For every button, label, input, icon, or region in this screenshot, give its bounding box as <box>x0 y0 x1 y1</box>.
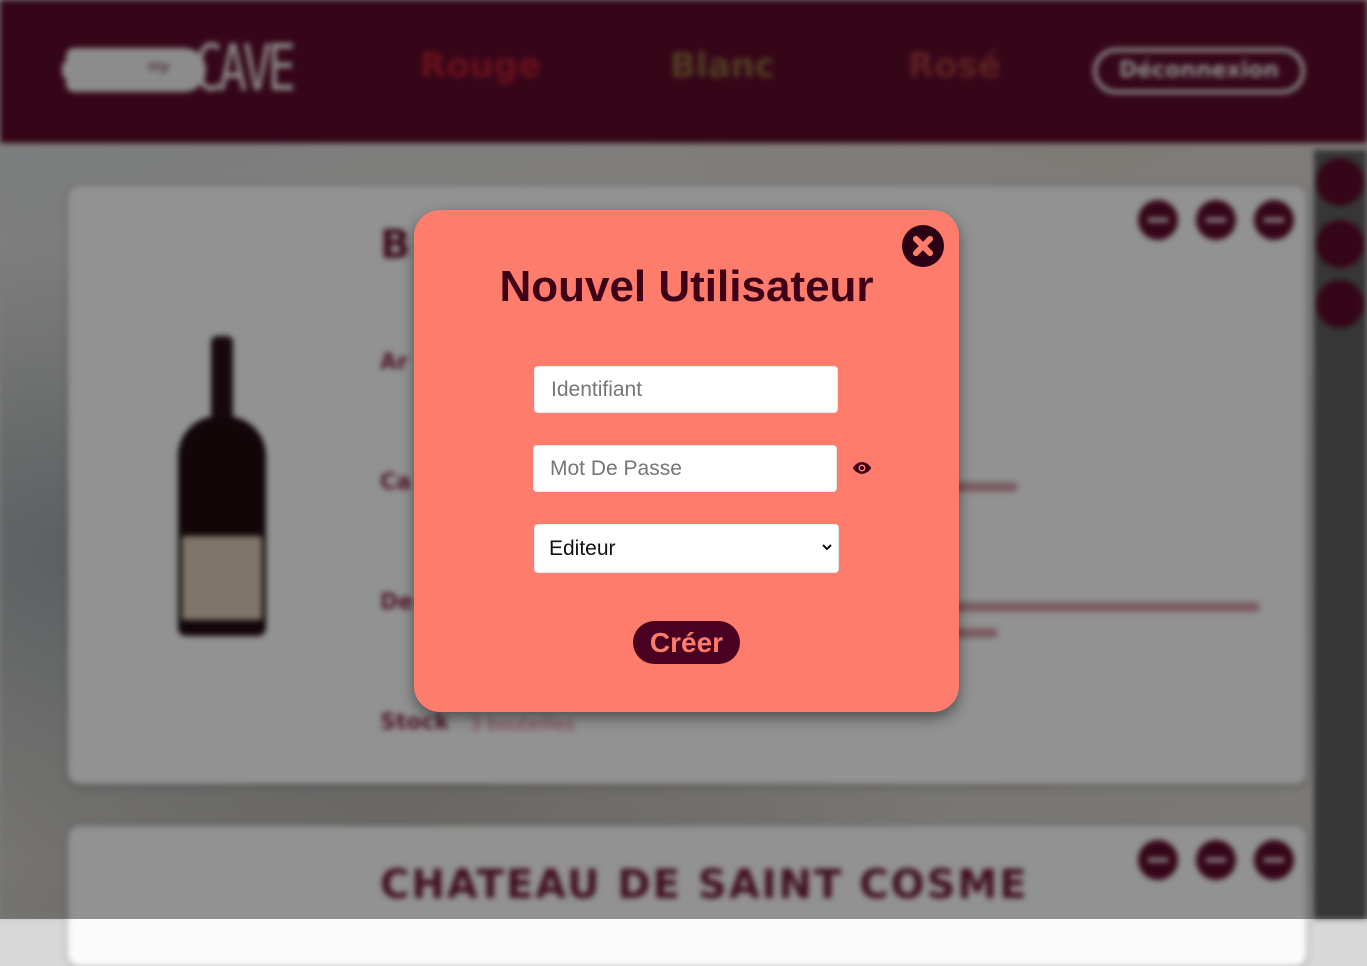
username-input[interactable] <box>534 366 838 413</box>
modal-title: Nouvel Utilisateur <box>499 262 874 311</box>
eye-icon[interactable] <box>852 460 872 476</box>
role-select[interactable]: Editeur <box>534 524 839 573</box>
close-icon[interactable] <box>902 225 944 267</box>
create-button[interactable]: Créer <box>633 621 740 664</box>
new-user-modal: Nouvel Utilisateur Editeur Créer <box>414 210 959 712</box>
password-input[interactable] <box>533 445 837 492</box>
